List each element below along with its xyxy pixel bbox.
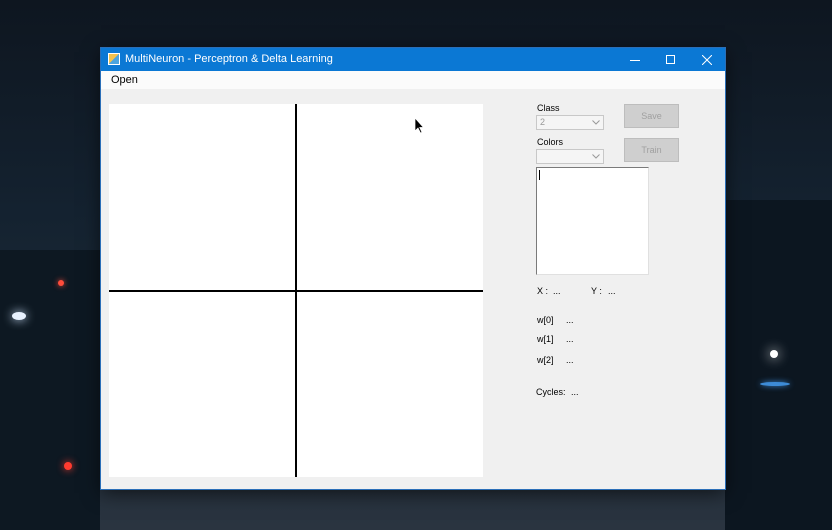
weight-value-0: ...: [566, 315, 574, 325]
title-bar[interactable]: MultiNeuron - Perceptron & Delta Learnin…: [101, 48, 725, 71]
train-button[interactable]: Train: [624, 138, 679, 162]
chevron-down-icon: [589, 150, 603, 163]
weight-label-1: w[1]: [537, 334, 554, 344]
plot-canvas[interactable]: [109, 104, 483, 477]
save-button[interactable]: Save: [624, 104, 679, 128]
colors-label: Colors: [537, 137, 564, 147]
minimize-button[interactable]: [617, 48, 653, 71]
mouse-pointer-icon: [415, 118, 425, 134]
y-value: ...: [608, 286, 616, 296]
x-axis-line: [109, 290, 483, 292]
app-window: MultiNeuron - Perceptron & Delta Learnin…: [101, 48, 725, 489]
chevron-down-icon: [589, 116, 603, 129]
x-label: X :: [537, 286, 549, 296]
text-caret: [539, 170, 540, 180]
cycles-label: Cycles:: [536, 387, 566, 397]
weight-value-2: ...: [566, 355, 574, 365]
class-label: Class: [537, 103, 560, 113]
class-select[interactable]: 2: [536, 115, 604, 130]
menu-bar: Open: [101, 71, 725, 89]
y-label: Y :: [591, 286, 602, 296]
points-listbox[interactable]: [536, 167, 649, 275]
minimize-icon: [630, 59, 640, 61]
weight-label-0: w[0]: [537, 315, 554, 325]
colors-select[interactable]: [536, 149, 604, 164]
cycles-value: ...: [571, 387, 579, 397]
close-button[interactable]: [689, 48, 725, 71]
menu-open[interactable]: Open: [111, 74, 138, 86]
app-icon: [108, 53, 120, 65]
maximize-icon: [666, 54, 675, 64]
maximize-button[interactable]: [653, 48, 689, 71]
close-icon: [702, 54, 712, 65]
x-value: ...: [553, 286, 561, 296]
window-title: MultiNeuron - Perceptron & Delta Learnin…: [125, 53, 333, 65]
weight-label-2: w[2]: [537, 355, 554, 365]
weight-value-1: ...: [566, 334, 574, 344]
class-select-value: 2: [540, 117, 546, 127]
